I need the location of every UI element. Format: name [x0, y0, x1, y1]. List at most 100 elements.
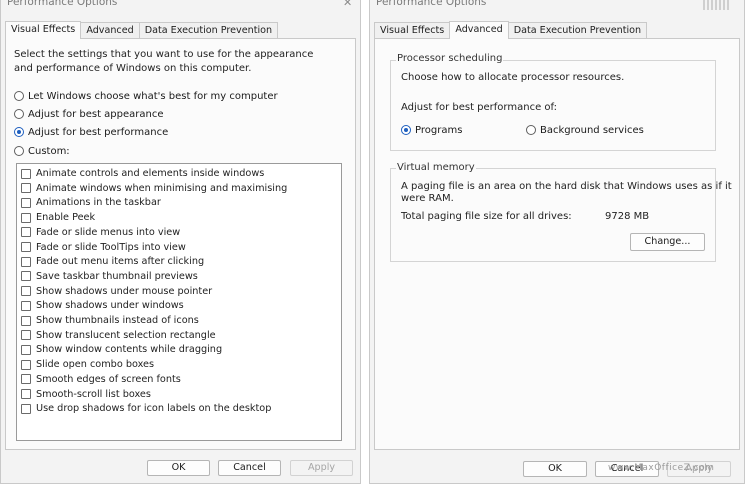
right-tab-strip: Visual Effects Advanced Data Execution P… [374, 21, 648, 39]
checkbox-icon[interactable] [21, 256, 31, 267]
list-item-label: Animations in the taskbar [36, 197, 161, 209]
tab-advanced[interactable]: Advanced [80, 22, 140, 39]
checkbox-icon[interactable] [21, 344, 31, 355]
radio-background-services[interactable]: Background services [526, 123, 644, 137]
radio-button-icon[interactable] [14, 109, 24, 119]
checkbox-icon[interactable] [21, 227, 31, 238]
checkbox-icon[interactable] [21, 271, 31, 282]
tab-data-execution-prevention[interactable]: Data Execution Prevention [507, 22, 648, 39]
radio-label: Background services [540, 124, 644, 136]
checkbox-icon[interactable] [21, 212, 31, 223]
list-item[interactable]: Show window contents while dragging [21, 343, 222, 356]
checkbox-icon[interactable] [21, 300, 31, 311]
list-item[interactable]: Slide open combo boxes [21, 358, 154, 371]
list-item[interactable]: Smooth-scroll list boxes [21, 388, 151, 401]
radio-best-appearance[interactable]: Adjust for best appearance [14, 107, 164, 121]
radio-label: Custom: [28, 145, 70, 157]
checkbox-icon[interactable] [21, 389, 31, 399]
checkbox-icon[interactable] [21, 315, 31, 326]
radio-label: Adjust for best appearance [28, 108, 164, 120]
list-item[interactable]: Show translucent selection rectangle [21, 329, 216, 342]
visual-effects-panel: Select the settings that you want to use… [5, 38, 356, 450]
visual-effects-list[interactable]: Animate controls and elements inside win… [16, 163, 342, 441]
watermark-text: www.MaxOfficeZ.com [608, 463, 715, 473]
checkbox-icon[interactable] [21, 359, 31, 370]
checkbox-icon[interactable] [21, 197, 31, 208]
visual-effects-description: Select the settings that you want to use… [14, 49, 314, 74]
total-paging-label: Total paging file size for all drives: [401, 211, 572, 222]
checkbox-icon[interactable] [21, 183, 31, 194]
radio-let-windows-choose[interactable]: Let Windows choose what's best for my co… [14, 89, 278, 103]
checkbox-icon[interactable] [21, 330, 31, 341]
list-item[interactable]: Show thumbnails instead of icons [21, 314, 199, 327]
list-item-label: Fade out menu items after clicking [36, 256, 205, 268]
virtual-memory-description-line-2: were RAM. [401, 193, 454, 204]
radio-button-selected-icon[interactable] [14, 127, 24, 137]
list-item[interactable]: Fade or slide menus into view [21, 226, 180, 239]
list-item[interactable]: Show shadows under mouse pointer [21, 285, 212, 298]
advanced-window: Performance Options Visual Effects Advan… [369, 0, 745, 484]
apply-button[interactable]: Apply [290, 460, 353, 476]
checkbox-icon[interactable] [21, 374, 31, 385]
adjust-performance-label: Adjust for best performance of: [401, 102, 558, 113]
list-item-label: Show shadows under windows [36, 300, 184, 312]
list-item[interactable]: Animations in the taskbar [21, 196, 161, 209]
list-item[interactable]: Enable Peek [21, 211, 95, 224]
list-item-label: Show thumbnails instead of icons [36, 315, 199, 326]
list-item[interactable]: Save taskbar thumbnail previews [21, 270, 198, 283]
list-item[interactable]: Fade or slide ToolTips into view [21, 241, 186, 254]
list-item-label: Slide open combo boxes [36, 359, 155, 371]
list-item[interactable]: Fade out menu items after clicking [21, 255, 204, 268]
list-item-label: Animate controls and elements inside win… [36, 168, 265, 179]
tab-visual-effects[interactable]: Visual Effects [5, 21, 82, 39]
checkbox-icon[interactable] [21, 168, 31, 179]
list-item-label: Fade or slide ToolTips into view [36, 241, 186, 253]
total-paging-value: 9728 MB [605, 211, 650, 222]
right-window-title: Performance Options [376, 0, 487, 8]
left-tab-strip: Visual Effects Advanced Data Execution P… [5, 21, 279, 39]
tab-visual-effects[interactable]: Visual Effects [374, 22, 451, 39]
radio-button-icon[interactable] [14, 91, 24, 101]
left-window-title: Performance Options [7, 0, 118, 8]
ok-button[interactable]: OK [523, 461, 587, 477]
left-titlebar: Performance Options ✕ [1, 0, 360, 14]
processor-scheduling-description: Choose how to allocate processor resourc… [401, 72, 625, 83]
radio-label: Adjust for best performance [28, 126, 169, 138]
checkbox-icon[interactable] [21, 242, 31, 252]
radio-custom[interactable]: Custom: [14, 144, 70, 158]
list-item-label: Show translucent selection rectangle [36, 329, 216, 341]
list-item-label: Show window contents while dragging [36, 344, 223, 356]
list-item[interactable]: Animate windows when minimising and maxi… [21, 182, 287, 195]
translate-icon [703, 0, 729, 10]
radio-best-performance[interactable]: Adjust for best performance [14, 125, 168, 139]
radio-programs[interactable]: Programs [401, 123, 462, 137]
checkbox-icon[interactable] [21, 403, 31, 414]
virtual-memory-description-line-1: A paging file is an area on the hard dis… [401, 181, 732, 192]
list-item[interactable]: Smooth edges of screen fonts [21, 373, 181, 386]
list-item-label: Smooth-scroll list boxes [36, 388, 151, 400]
list-item-label: Show shadows under mouse pointer [36, 285, 213, 297]
list-item-label: Use drop shadows for icon labels on the … [36, 403, 272, 415]
ok-button[interactable]: OK [147, 460, 210, 476]
cancel-button[interactable]: Cancel [218, 460, 281, 476]
checkbox-icon[interactable] [21, 286, 31, 297]
list-item[interactable]: Animate controls and elements inside win… [21, 167, 264, 180]
list-item-label: Save taskbar thumbnail previews [36, 270, 198, 282]
radio-button-icon[interactable] [14, 146, 24, 156]
list-item-label: Smooth edges of screen fonts [36, 373, 181, 385]
radio-label: Let Windows choose what's best for my co… [28, 90, 278, 102]
right-titlebar: Performance Options [370, 0, 744, 14]
change-virtual-memory-button[interactable]: Change... [630, 233, 705, 251]
close-icon[interactable]: ✕ [343, 0, 352, 9]
radio-button-selected-icon[interactable] [401, 125, 411, 135]
list-item-label: Animate windows when minimising and maxi… [36, 182, 288, 194]
tab-advanced[interactable]: Advanced [449, 21, 509, 39]
processor-scheduling-title: Processor scheduling [396, 53, 504, 64]
visual-effects-window: Performance Options ✕ Visual Effects Adv… [0, 0, 361, 484]
radio-button-icon[interactable] [526, 125, 536, 135]
tab-data-execution-prevention[interactable]: Data Execution Prevention [138, 22, 279, 39]
list-item-label: Fade or slide menus into view [36, 226, 181, 238]
list-item[interactable]: Use drop shadows for icon labels on the … [21, 402, 271, 415]
list-item[interactable]: Show shadows under windows [21, 299, 184, 312]
radio-label: Programs [415, 124, 463, 136]
